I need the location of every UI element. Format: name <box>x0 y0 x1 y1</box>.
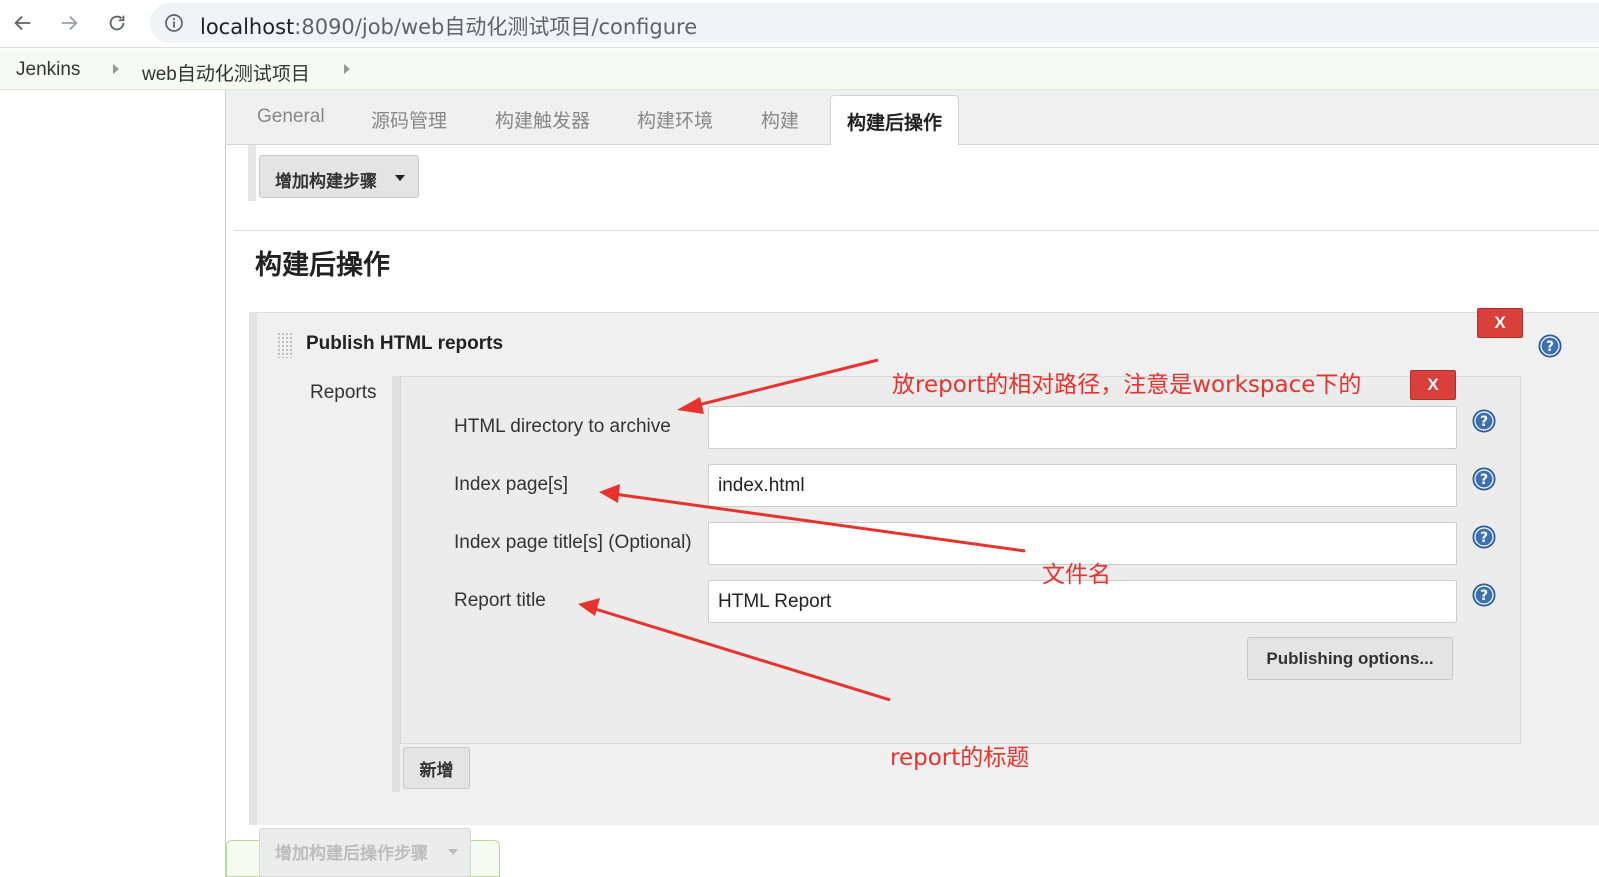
svg-text:?: ? <box>1480 530 1488 546</box>
delete-report-button[interactable]: X <box>1410 370 1456 400</box>
add-build-step-button[interactable]: 增加构建步骤 <box>259 155 419 198</box>
tab-build-environment[interactable]: 构建环境 <box>637 106 713 133</box>
index-pages-input[interactable]: index.html <box>708 464 1457 507</box>
help-icon[interactable]: ? <box>1472 583 1496 607</box>
svg-text:?: ? <box>1546 339 1554 355</box>
add-post-build-step-button[interactable]: 增加构建后操作步骤 <box>259 828 471 877</box>
help-icon[interactable]: ? <box>1472 467 1496 491</box>
browser-toolbar: localhost:8090/job/web自动化测试项目/configure <box>0 0 1599 48</box>
url-text: localhost:8090/job/web自动化测试项目/configure <box>200 11 697 41</box>
url-path: :8090/job/web自动化测试项目/configure <box>294 15 698 39</box>
annotation-directory-note: 放report的相对路径，注意是workspace下的 <box>892 372 1362 398</box>
tab-build-triggers[interactable]: 构建触发器 <box>495 106 590 133</box>
breadcrumb-item-jenkins[interactable]: Jenkins <box>16 59 80 81</box>
svg-text:?: ? <box>1480 472 1488 488</box>
help-icon[interactable]: ? <box>1472 409 1496 433</box>
arrow-left-icon <box>14 15 31 31</box>
help-icon[interactable]: ? <box>1538 334 1562 358</box>
caret-down-icon <box>395 175 405 181</box>
annotation-filename-note: 文件名 <box>1042 562 1111 588</box>
tab-build[interactable]: 构建 <box>761 106 799 133</box>
chevron-right-icon <box>113 64 119 74</box>
add-post-build-step-label: 增加构建后操作步骤 <box>275 844 428 863</box>
chevron-right-icon <box>344 64 350 74</box>
build-section-rail <box>248 145 256 201</box>
svg-text:?: ? <box>1480 588 1488 604</box>
add-report-button[interactable]: 新增 <box>403 747 470 789</box>
forward-button[interactable] <box>54 8 84 38</box>
index-page-titles-label: Index page title[s] (Optional) <box>454 532 692 553</box>
arrow-right-icon <box>61 15 78 31</box>
report-title-label: Report title <box>454 590 546 611</box>
tab-post-build-actions[interactable]: 构建后操作 <box>830 95 959 146</box>
tab-post-build-actions-label: 构建后操作 <box>847 113 943 134</box>
address-bar[interactable]: localhost:8090/job/web自动化测试项目/configure <box>150 3 1599 43</box>
back-button[interactable] <box>8 8 38 38</box>
reload-button[interactable] <box>102 8 132 38</box>
info-icon <box>165 14 183 32</box>
reports-rail <box>392 376 400 792</box>
publishing-options-button[interactable]: Publishing options... <box>1247 637 1453 680</box>
index-pages-label: Index page[s] <box>454 474 569 495</box>
tab-source-control[interactable]: 源码管理 <box>371 106 447 133</box>
svg-text:?: ? <box>1480 414 1488 430</box>
breadcrumb-item-project[interactable]: web自动化测试项目 <box>142 59 310 86</box>
url-host: localhost <box>200 15 295 39</box>
html-directory-input[interactable] <box>708 406 1457 449</box>
annotation-title-note: report的标题 <box>890 745 1030 771</box>
post-build-section-title: 构建后操作 <box>255 250 390 280</box>
section-divider <box>234 230 1599 231</box>
publish-html-reports-title: Publish HTML reports <box>306 333 504 354</box>
caret-down-icon <box>448 849 458 855</box>
add-build-step-label: 增加构建步骤 <box>275 172 377 191</box>
html-directory-label: HTML directory to archive <box>454 416 671 437</box>
config-tabbar: General 源码管理 构建触发器 构建环境 构建 构建后操作 <box>226 90 1599 146</box>
drag-handle-icon[interactable] <box>277 332 293 358</box>
reload-icon <box>109 15 125 31</box>
help-icon[interactable]: ? <box>1472 525 1496 549</box>
reports-label: Reports <box>310 382 377 403</box>
breadcrumb: Jenkins web自动化测试项目 <box>0 50 1599 90</box>
tab-general[interactable]: General <box>257 106 325 128</box>
delete-publisher-button[interactable]: X <box>1477 308 1523 338</box>
